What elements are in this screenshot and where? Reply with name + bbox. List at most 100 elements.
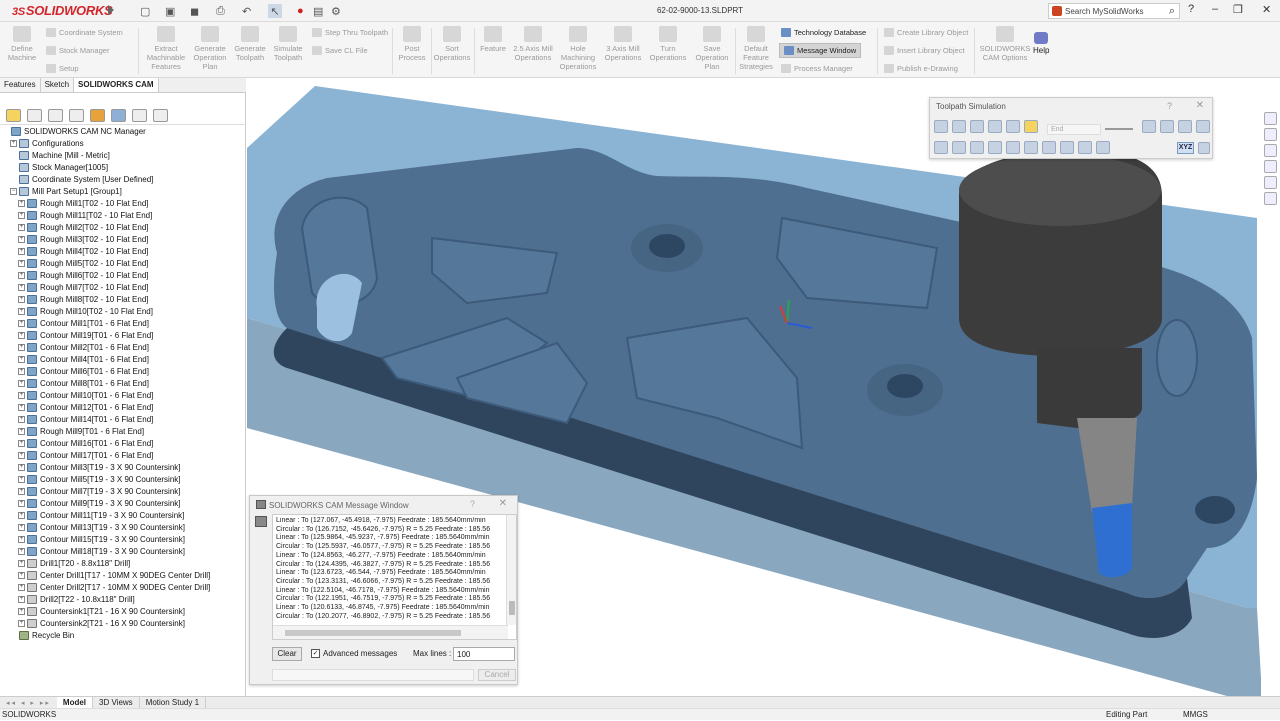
tree-item[interactable]: + Rough Mill4[T02 - 10 Flat End] [0,245,246,257]
expand-icon[interactable]: + [18,343,25,351]
tree-item[interactable]: + Contour Mill10[T01 - 6 Flat End] [0,389,246,401]
message-window-button[interactable]: Message Window [779,43,862,58]
expand-icon[interactable]: + [18,403,25,411]
post-process-button[interactable]: Post Process [396,26,428,62]
tree-item[interactable]: + Contour Mill4[T01 - 6 Flat End] [0,353,246,365]
dimxpert-icon[interactable] [69,109,84,122]
tree-item[interactable]: + Rough Mill1[T02 - 10 Flat End] [0,197,246,209]
show-holder-icon[interactable] [988,141,1002,154]
compare-icon[interactable] [1060,141,1074,154]
tree-item[interactable]: + Countersink1[T21 - 16 X 90 Countersink] [0,605,246,617]
tab-solidworks-cam[interactable]: SOLIDWORKS CAM [74,78,159,92]
scroll-thumb[interactable] [285,630,461,636]
step-forward-icon[interactable] [1006,120,1020,133]
expand-icon[interactable]: + [18,391,25,399]
expand-icon[interactable]: + [18,271,25,279]
expand-icon[interactable]: + [18,283,25,291]
home-icon[interactable] [1264,112,1277,125]
copy-log-icon[interactable] [255,516,267,527]
tree-item[interactable]: + Contour Mill17[T01 - 6 Flat End] [0,449,246,461]
tree-item[interactable]: + Contour Mill7[T19 - 3 X 90 Countersink] [0,485,246,497]
cam-tool-tree-icon[interactable] [132,109,147,122]
tree-item[interactable]: + Contour Mill9[T19 - 3 X 90 Countersink] [0,497,246,509]
collapse-icon[interactable]: − [10,187,17,195]
sim-options-icon[interactable] [1198,142,1210,154]
help-button[interactable]: Help [1033,32,1049,55]
scroll-thumb[interactable] [509,601,515,615]
color-by-op-icon[interactable] [1042,141,1056,154]
tree-item[interactable]: + Rough Mill2[T02 - 10 Flat End] [0,221,246,233]
publish-edrawing-button[interactable]: Publish e-Drawing [884,64,958,73]
property-manager-icon[interactable] [27,109,42,122]
setup-button[interactable]: Setup [46,64,79,73]
simulate-toolpath-button[interactable]: Simulate Toolpath [270,26,306,62]
tree-item[interactable]: + Contour Mill19[T01 - 6 Flat End] [0,329,246,341]
expand-icon[interactable]: + [18,523,25,531]
tree-item[interactable]: + Center Drill2[T17 - 10MM X 90DEG Center… [0,581,246,593]
tree-item[interactable]: SOLIDWORKS CAM NC Manager [0,125,246,137]
tree-item[interactable]: + Contour Mill3[T19 - 3 X 90 Countersink] [0,461,246,473]
expand-icon[interactable]: + [18,487,25,495]
tab-features[interactable]: Features [0,78,41,92]
horizontal-scrollbar[interactable] [273,625,508,639]
xyz-readout-button[interactable]: XYZ [1177,142,1194,154]
process-manager-button[interactable]: Process Manager [781,64,853,73]
extract-features-button[interactable]: Extract Machinable Features [143,26,189,71]
cam-manager-icon[interactable] [153,109,168,122]
tree-item[interactable]: + Drill2[T22 - 10.8x118" Drill] [0,593,246,605]
new-document-icon[interactable]: ▢ [140,4,150,18]
help-question-icon[interactable]: ? [1188,3,1194,15]
message-log[interactable]: Linear : To (127.067, -45.4918, -7.975) … [272,514,517,640]
clear-button[interactable]: Clear [272,647,302,661]
toolpath-display-icon[interactable] [934,141,948,154]
expand-icon[interactable]: + [18,235,25,243]
tree-item[interactable]: + Rough Mill7[T02 - 10 Flat End] [0,281,246,293]
expand-icon[interactable]: + [18,415,25,423]
tree-item[interactable]: + Contour Mill12[T01 - 6 Flat End] [0,401,246,413]
expand-icon[interactable]: + [18,583,25,591]
feature-button[interactable]: Feature [477,26,509,53]
expand-icon[interactable]: + [18,595,25,603]
tree-item[interactable]: Coordinate System [User Defined] [0,173,246,185]
expand-icon[interactable]: + [18,451,25,459]
step-back-icon[interactable] [988,120,1002,133]
technology-database-button[interactable]: Technology Database [781,28,866,37]
generate-toolpath-button[interactable]: Generate Toolpath [231,26,269,62]
expand-icon[interactable]: + [18,355,25,363]
expand-icon[interactable]: + [18,247,25,255]
search-input[interactable]: Search MySolidWorks ⌕ [1048,3,1180,19]
expand-icon[interactable]: + [10,139,17,147]
expand-icon[interactable]: + [18,199,25,207]
hole-machining-button[interactable]: Hole Machining Operations [557,26,599,71]
tree-item[interactable]: + Rough Mill10[T02 - 10 Flat End] [0,305,246,317]
define-machine-button[interactable]: Define Machine [6,26,38,62]
collision-icon[interactable] [1096,141,1110,154]
expand-icon[interactable]: + [18,427,25,435]
tree-item[interactable]: Recycle Bin [0,629,246,641]
tree-item[interactable]: + Contour Mill13[T19 - 3 X 90 Countersink… [0,521,246,533]
tree-item[interactable]: + Rough Mill6[T02 - 10 Flat End] [0,269,246,281]
expand-icon[interactable]: + [18,499,25,507]
tree-item[interactable]: Machine [Mill - Metric] [0,149,246,161]
section-icon[interactable] [1078,141,1092,154]
expand-icon[interactable]: + [18,307,25,315]
view-palette-icon[interactable] [1264,160,1277,173]
custom-properties-icon[interactable] [1264,192,1277,205]
display-manager-icon[interactable] [90,109,105,122]
save-cl-button[interactable]: Save CL File [312,46,368,55]
show-part-icon[interactable] [1006,141,1020,154]
message-help-icon[interactable]: ? [470,499,475,509]
minimize-icon[interactable]: – [1212,3,1218,15]
coordinate-system-button[interactable]: Coordinate System [46,28,123,37]
tree-item[interactable]: + Rough Mill3[T02 - 10 Flat End] [0,233,246,245]
axis25-mill-button[interactable]: 2.5 Axis Mill Operations [511,26,555,62]
show-fixture-icon[interactable] [1024,141,1038,154]
sim-save-icon[interactable] [1196,120,1210,133]
expand-icon[interactable]: + [18,619,25,627]
tree-item[interactable]: + Contour Mill15[T19 - 3 X 90 Countersink… [0,533,246,545]
insert-library-button[interactable]: Insert Library Object [884,46,965,55]
tree-item[interactable]: + Contour Mill16[T01 - 6 Flat End] [0,437,246,449]
cam-feature-tree-icon[interactable] [6,109,21,122]
search-icon[interactable]: ⌕ [1169,5,1175,18]
expand-icon[interactable]: + [18,295,25,303]
